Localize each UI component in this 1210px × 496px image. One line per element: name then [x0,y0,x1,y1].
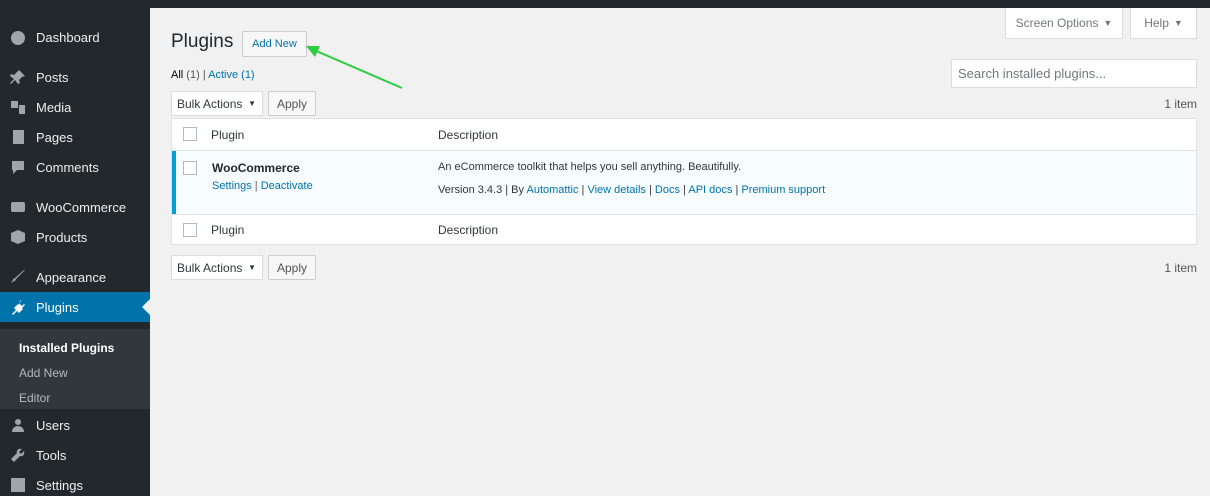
sidebar-item-label: Posts [36,69,69,85]
bulk-actions-label: Bulk Actions [177,96,243,111]
help-button[interactable]: Help ▼ [1130,8,1197,39]
api-docs-link[interactable]: API docs [688,184,732,196]
admin-bar [0,0,1210,8]
apply-button-top[interactable]: Apply [268,91,316,116]
plugins-submenu: Installed Plugins Add New Editor [0,329,150,409]
brush-icon [0,269,36,285]
add-new-button[interactable]: Add New [242,31,307,57]
deactivate-link[interactable]: Deactivate [261,180,313,192]
sidebar-item-users[interactable]: Users [0,410,150,440]
filter-all[interactable]: All (1) [171,69,200,81]
sidebar-item-label: WooCommerce [36,199,127,215]
filter-all-count: (1) [186,69,200,81]
filter-active[interactable]: Active (1) [208,69,254,81]
items-count-bottom: 1 item [1164,261,1197,275]
sidebar-item-label: Settings [36,477,83,493]
caret-down-icon: ▼ [248,263,256,272]
caret-down-icon: ▼ [248,99,256,108]
screen-options-button[interactable]: Screen Options ▼ [1005,8,1123,39]
column-header-description: Description [438,128,499,142]
users-icon [0,417,36,433]
sidebar-item-products[interactable]: Products [0,222,150,252]
filter-active-label: Active [208,69,239,81]
plugin-checkbox[interactable] [183,161,197,175]
pin-icon [0,69,36,85]
view-details-link[interactable]: View details [587,184,646,196]
annotation-arrow [306,46,403,89]
pages-icon [0,129,36,145]
sidebar-item-pages[interactable]: Pages [0,122,150,152]
bulk-actions-select-top[interactable]: Bulk Actions ▼ [171,91,263,116]
plugin-description: An eCommerce toolkit that helps you sell… [438,161,742,173]
sidebar-item-label: Pages [36,129,73,145]
bulk-actions-select-bottom[interactable]: Bulk Actions ▼ [171,255,263,280]
wrench-icon [0,447,36,463]
table-row: WooCommerce Settings | Deactivate An eCo… [172,151,1196,214]
dashboard-icon [0,29,36,45]
column-header-plugin: Plugin [211,128,245,142]
plugin-version: Version 3.4.3 | By [438,184,525,196]
column-footer-plugin: Plugin [211,223,245,237]
sidebar-item-dashboard[interactable]: Dashboard [0,22,150,52]
screen-options-label: Screen Options [1015,16,1099,30]
plugin-meta: Version 3.4.3 | By Automattic | View det… [438,184,826,196]
woocommerce-icon [0,199,36,215]
apply-button-bottom[interactable]: Apply [268,255,316,280]
items-count-top: 1 item [1164,97,1197,111]
page-title: Plugins [171,31,234,52]
media-icon [0,99,36,115]
plugin-status-filters: All (1) | Active (1) [171,69,255,81]
select-all-checkbox-footer[interactable] [183,223,197,237]
sidebar-item-label: Products [36,229,88,245]
sidebar-item-label: Comments [36,159,99,175]
sidebar-item-media[interactable]: Media [0,92,150,122]
search-plugins-input[interactable] [951,59,1197,88]
sidebar-item-label: Tools [36,447,67,463]
sidebar-item-comments[interactable]: Comments [0,152,150,182]
plug-icon [0,299,36,315]
filter-all-label: All [171,69,184,81]
sidebar-item-label: Appearance [36,269,107,285]
submenu-add-new[interactable]: Add New [19,366,68,380]
plugins-table: Plugin Description WooCommerce Settings … [171,118,1197,245]
table-footer-row: Plugin Description [172,214,1196,245]
table-header-row: Plugin Description [172,119,1196,151]
submenu-editor[interactable]: Editor [19,391,50,405]
sidebar-item-plugins[interactable]: Plugins [0,292,150,322]
settings-link[interactable]: Settings [212,180,252,192]
plugin-name: WooCommerce [212,161,300,175]
select-all-checkbox[interactable] [183,127,197,141]
sidebar-item-appearance[interactable]: Appearance [0,262,150,292]
column-footer-description: Description [438,223,499,237]
sidebar-item-woocommerce[interactable]: WooCommerce [0,192,150,222]
sidebar-item-label: Dashboard [36,29,100,45]
help-label: Help [1144,16,1169,30]
sidebar-item-label: Plugins [36,299,79,315]
submenu-installed-plugins[interactable]: Installed Plugins [19,341,114,355]
caret-down-icon: ▼ [1103,18,1113,28]
author-link[interactable]: Automattic [526,184,578,196]
caret-down-icon: ▼ [1173,18,1183,28]
docs-link[interactable]: Docs [655,184,680,196]
comment-icon [0,159,36,175]
sidebar-item-posts[interactable]: Posts [0,62,150,92]
filter-separator: | [202,69,206,81]
bulk-actions-label: Bulk Actions [177,260,243,275]
filter-active-count: (1) [241,69,255,81]
admin-sidebar: Dashboard Posts Media Pages Comments Woo… [0,8,150,496]
sidebar-item-tools[interactable]: Tools [0,440,150,470]
sidebar-item-label: Users [36,417,70,433]
sidebar-item-label: Media [36,99,72,115]
sidebar-item-settings[interactable]: Settings [0,470,150,496]
premium-support-link[interactable]: Premium support [741,184,825,196]
box-icon [0,229,36,245]
plugin-row-actions: Settings | Deactivate [212,180,313,192]
settings-icon [0,477,36,493]
